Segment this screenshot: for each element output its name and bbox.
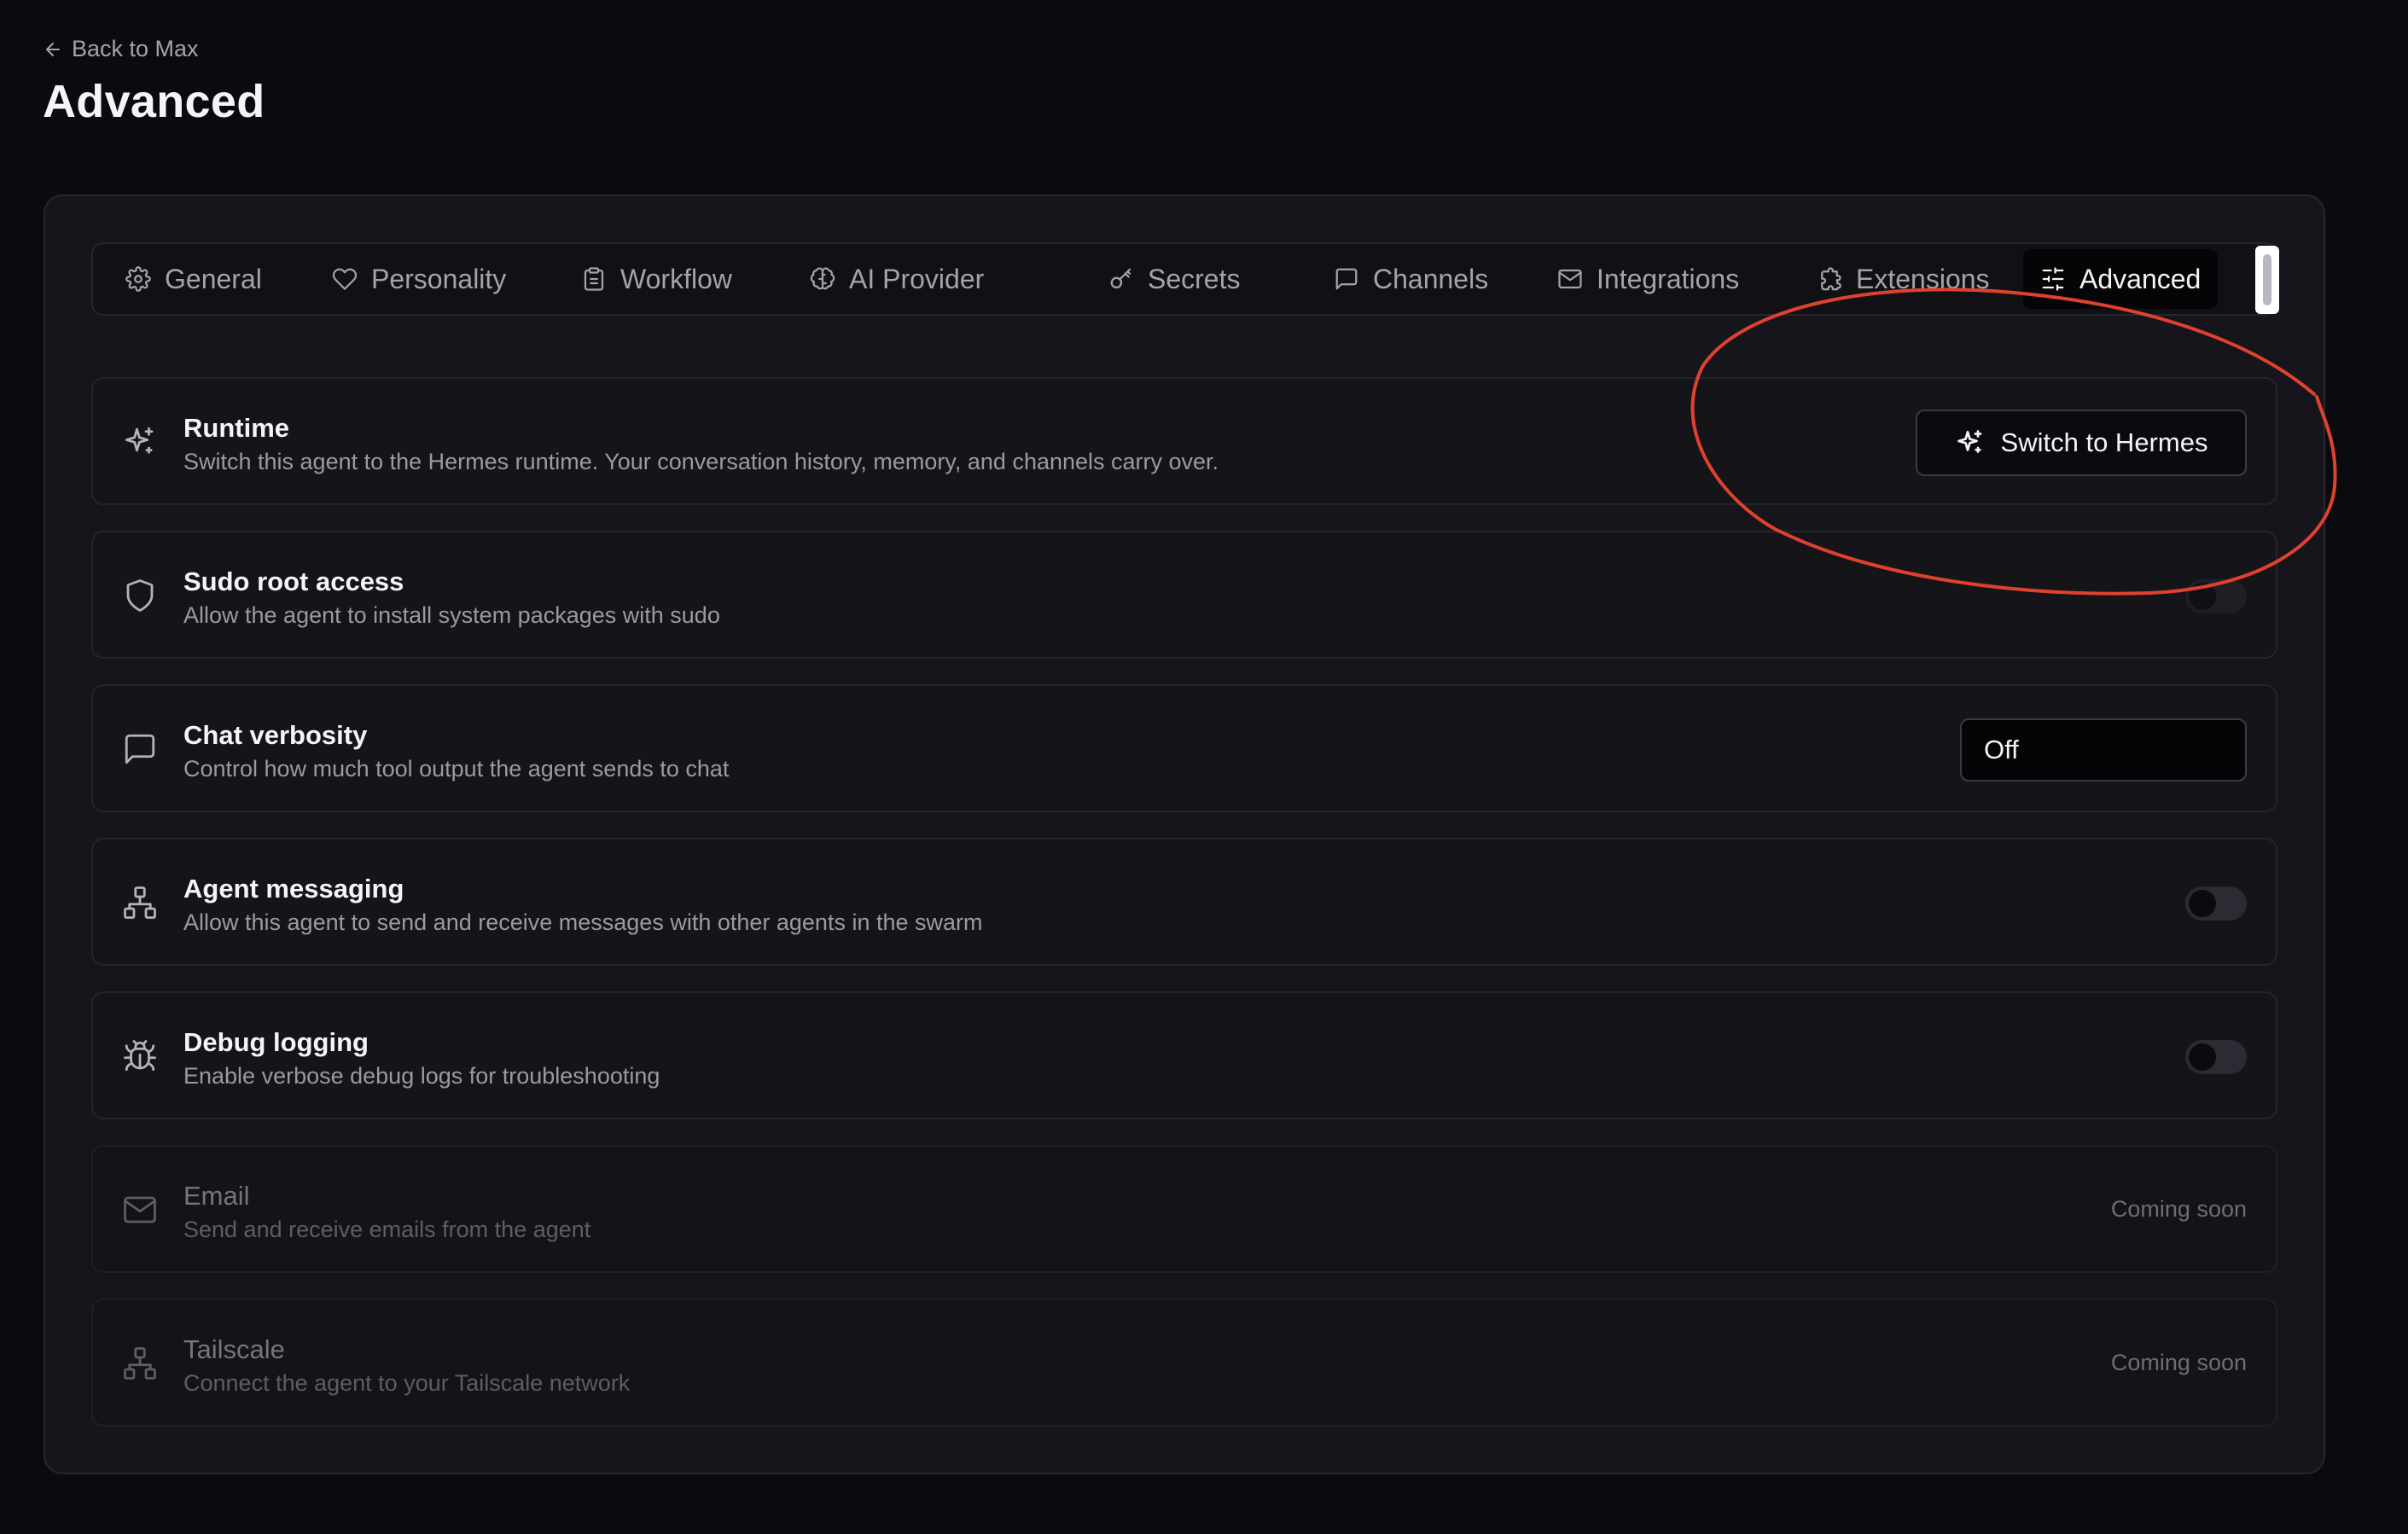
tab-label: Secrets [1148, 263, 1241, 294]
agent-messaging-toggle[interactable] [2185, 886, 2247, 921]
network-icon [122, 885, 158, 921]
brain-icon [810, 267, 835, 290]
tab-label: Advanced [2079, 263, 2202, 294]
tailscale-description: Connect the agent to your Tailscale netw… [183, 1370, 631, 1396]
settings-card: General Personality Workflow AI Provider… [44, 195, 2325, 1474]
heart-icon [332, 268, 358, 290]
tab-secrets[interactable]: Secrets [1091, 249, 1257, 309]
tab-label: Channels [1373, 263, 1489, 294]
tailscale-title: Tailscale [183, 1334, 285, 1364]
runtime-title: Runtime [183, 413, 289, 443]
page-title: Advanced [43, 76, 265, 127]
tab-general[interactable]: General [108, 249, 279, 309]
mail-icon [1558, 269, 1582, 289]
verbosity-selected-value: Off [1984, 735, 2019, 764]
settings-page: Back to Max Advanced General Personality… [0, 0, 2408, 1534]
shield-icon [122, 578, 158, 613]
back-link[interactable]: Back to Max [43, 36, 199, 62]
debug-logging-row: Debug logging Enable verbose debug logs … [91, 991, 2277, 1119]
debug-logging-toggle[interactable] [2185, 1040, 2247, 1074]
sudo-title: Sudo root access [183, 567, 404, 596]
tailscale-row: Tailscale Connect the agent to your Tail… [91, 1299, 2277, 1427]
debug-logging-description: Enable verbose debug logs for troublesho… [183, 1063, 660, 1089]
tab-label: AI Provider [849, 263, 985, 294]
sparkles-icon [122, 424, 158, 460]
verbosity-select[interactable]: Off [1960, 718, 2247, 782]
runtime-row: Runtime Switch this agent to the Hermes … [91, 377, 2277, 505]
tab-workflow[interactable]: Workflow [564, 249, 749, 309]
mail-icon [122, 1192, 158, 1228]
arrow-left-icon [46, 42, 60, 56]
chat-verbosity-description: Control how much tool output the agent s… [183, 756, 730, 782]
tab-ai-provider[interactable]: AI Provider [793, 249, 1001, 309]
tab-label: Integrations [1597, 263, 1740, 294]
tab-integrations[interactable]: Integrations [1540, 249, 1756, 309]
sliders-icon [2042, 267, 2064, 291]
tab-scrollbar[interactable] [2255, 246, 2279, 314]
chat-verbosity-row: Chat verbosity Control how much tool out… [91, 684, 2277, 812]
tab-label: Extensions [1856, 263, 1990, 294]
tab-label: Workflow [620, 263, 732, 294]
bug-icon [122, 1038, 158, 1074]
message-square-icon [122, 731, 158, 767]
tab-extensions[interactable]: Extensions [1800, 249, 2007, 309]
tailscale-status: Coming soon [2110, 1350, 2247, 1375]
agent-messaging-title: Agent messaging [183, 874, 404, 904]
tab-bar: General Personality Workflow AI Provider… [91, 242, 2279, 316]
runtime-description: Switch this agent to the Hermes runtime.… [183, 449, 1219, 474]
switch-button-label: Switch to Hermes [2000, 427, 2208, 457]
puzzle-icon [1821, 267, 1841, 291]
tab-advanced[interactable]: Advanced [2023, 249, 2219, 309]
tab-personality[interactable]: Personality [315, 249, 523, 309]
email-title: Email [183, 1181, 250, 1211]
debug-logging-title: Debug logging [183, 1027, 369, 1057]
switch-to-hermes-button[interactable]: Switch to Hermes [1916, 410, 2247, 476]
sudo-toggle[interactable] [2185, 579, 2247, 613]
email-row: Email Send and receive emails from the a… [91, 1145, 2277, 1273]
agent-messaging-description: Allow this agent to send and receive mes… [183, 909, 983, 935]
email-description: Send and receive emails from the agent [183, 1217, 591, 1242]
tab-label: General [165, 263, 262, 294]
message-square-icon [1335, 268, 1358, 290]
agent-messaging-row: Agent messaging Allow this agent to send… [91, 838, 2277, 966]
network-icon [122, 1345, 158, 1381]
back-link-label: Back to Max [72, 36, 199, 61]
tab-channels[interactable]: Channels [1317, 249, 1505, 309]
sudo-description: Allow the agent to install system packag… [183, 602, 720, 628]
key-icon [1110, 268, 1131, 289]
clipboard-icon [584, 267, 604, 291]
email-status: Coming soon [2110, 1196, 2247, 1222]
sudo-row: Sudo root access Allow the agent to inst… [91, 531, 2277, 659]
tab-label: Personality [371, 263, 507, 294]
gear-icon [125, 266, 151, 292]
chat-verbosity-title: Chat verbosity [183, 720, 368, 750]
sparkles-icon [1957, 430, 1981, 453]
